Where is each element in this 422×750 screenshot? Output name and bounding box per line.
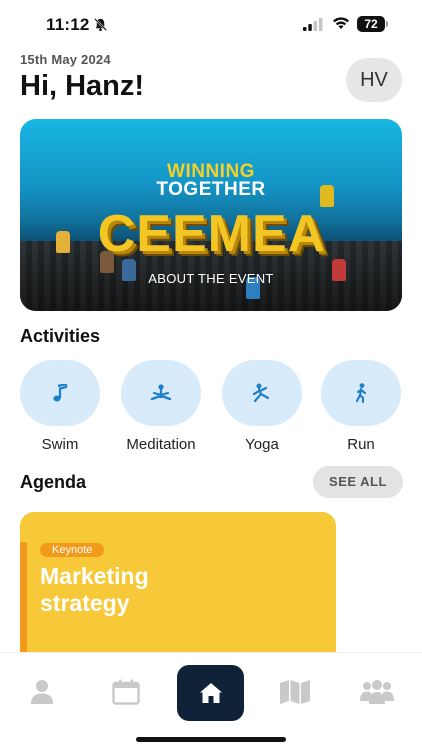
event-banner[interactable]: WINNING TOGETHER CEEMEA ABOUT THE EVENT (20, 119, 402, 311)
activity-run-button[interactable] (321, 360, 401, 426)
lego-figure (100, 251, 114, 273)
avatar[interactable]: HV (346, 58, 402, 102)
nav-profile[interactable] (25, 679, 59, 709)
activity-yoga-button[interactable] (222, 360, 302, 426)
agenda-card-accent (20, 542, 27, 662)
bottom-nav (0, 652, 422, 750)
agenda-badge: Keynote (40, 543, 105, 557)
nav-map[interactable] (278, 679, 312, 709)
map-icon (280, 680, 310, 704)
activity-meditation-label: Meditation (126, 436, 196, 453)
activity-swim[interactable]: Swim (19, 360, 101, 453)
date-label: 15th May 2024 (20, 52, 111, 67)
agenda-card[interactable]: Keynote Marketing strategy (20, 512, 336, 662)
about-event-link[interactable]: ABOUT THE EVENT (20, 271, 402, 286)
music-note-icon (53, 384, 68, 402)
activity-swim-button[interactable] (20, 360, 100, 426)
calendar-icon (112, 679, 140, 705)
activity-meditation-button[interactable] (121, 360, 201, 426)
signal-icon (303, 18, 323, 31)
people-icon (360, 680, 394, 704)
yoga-icon (252, 383, 270, 403)
banner-tagline-2: TOGETHER (156, 179, 266, 200)
nav-home[interactable] (177, 665, 244, 721)
lego-figure (56, 231, 70, 253)
agenda-card-title: Marketing strategy (40, 563, 149, 616)
activity-meditation[interactable]: Meditation (120, 360, 202, 453)
activities-title: Activities (20, 326, 101, 346)
battery-tip (386, 21, 388, 27)
battery-indicator: 72 (357, 16, 385, 32)
nav-people[interactable] (360, 679, 394, 709)
activity-yoga-label: Yoga (245, 436, 279, 453)
greeting-title: Hi, Hanz! (20, 70, 145, 102)
profile-icon (31, 680, 53, 704)
activity-run[interactable]: Run (320, 360, 402, 453)
lego-figure (320, 185, 334, 207)
run-icon (355, 383, 367, 403)
meditation-icon (150, 384, 172, 401)
status-time: 11:12 (46, 15, 90, 34)
home-indicator (136, 737, 286, 742)
activity-yoga[interactable]: Yoga (221, 360, 303, 453)
agenda-title: Agenda (20, 472, 87, 492)
bell-muted-icon (94, 18, 107, 32)
nav-calendar[interactable] (109, 679, 143, 709)
status-bar: 11:12 72 (0, 0, 422, 50)
activity-swim-label: Swim (41, 436, 79, 453)
wifi-icon (333, 17, 349, 29)
home-icon (199, 683, 222, 703)
activity-run-label: Run (347, 436, 375, 453)
see-all-button[interactable]: SEE ALL (313, 466, 403, 498)
